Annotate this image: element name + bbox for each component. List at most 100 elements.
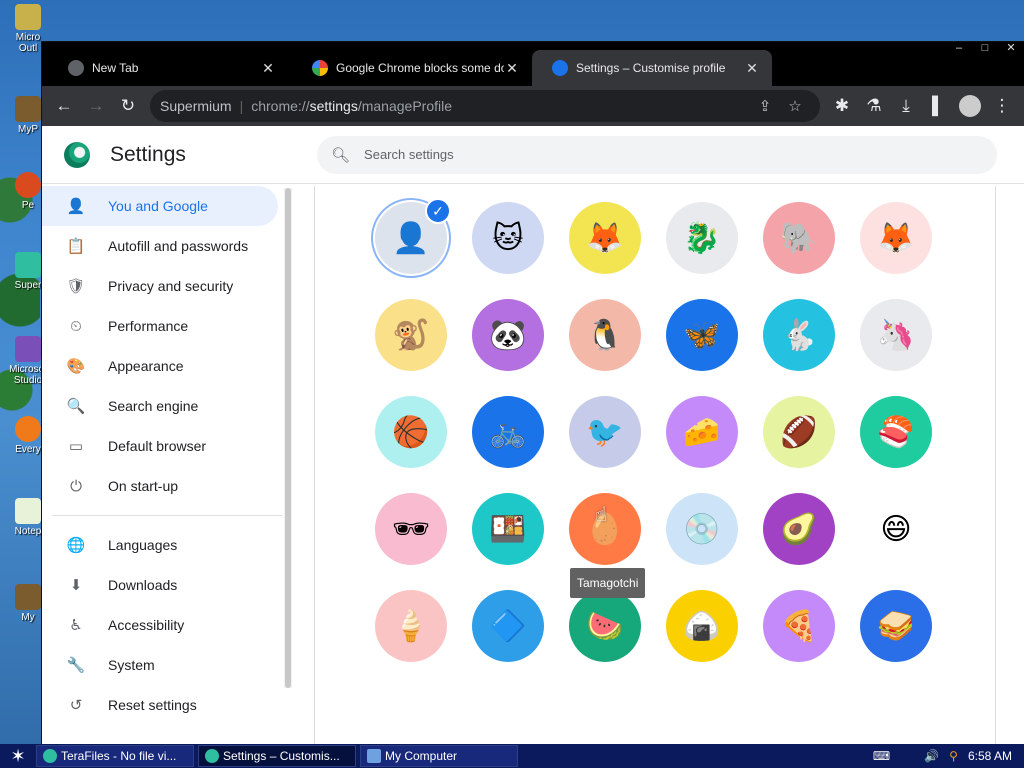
avocado-avatar[interactable]: 🥑: [763, 493, 835, 565]
sidebar-item-label: Reset settings: [108, 697, 197, 713]
sushi-avatar[interactable]: 🍱: [472, 493, 544, 565]
menu-kebab-icon[interactable]: ⋮: [986, 90, 1018, 122]
sidebar-item-privacy-and-security[interactable]: 🛡 Privacy and security: [42, 266, 278, 306]
penguin-avatar[interactable]: 🐧: [569, 299, 641, 371]
sidebar-item-label: Performance: [108, 318, 189, 334]
search-icon: 🔍: [66, 398, 86, 415]
clock[interactable]: 6:58 AM: [968, 749, 1012, 763]
rabbit-avatar[interactable]: 🐇: [763, 299, 835, 371]
sidebar-item-system[interactable]: 🔧 System: [42, 645, 278, 685]
globe-icon: 🌐: [66, 537, 86, 554]
sidebar-item-label: Autofill and passwords: [108, 238, 249, 254]
monkey-avatar[interactable]: 🐒: [375, 299, 447, 371]
basketball-avatar[interactable]: 🏀: [375, 396, 447, 468]
tab-new-tab[interactable]: New Tab ✕: [48, 50, 288, 86]
bird-avatar[interactable]: 🐦: [569, 396, 641, 468]
icecream-avatar[interactable]: 🍦: [375, 590, 447, 662]
page-title: Settings: [110, 142, 186, 166]
search-app-icon: [15, 416, 41, 442]
computer-icon: [367, 749, 381, 763]
vinyl-avatar[interactable]: 💿: [666, 493, 738, 565]
address-bar[interactable]: Supermium | chrome://settings/manageProf…: [150, 90, 820, 122]
origami-avatar[interactable]: 🔷: [472, 590, 544, 662]
network-icon[interactable]: 🔊: [924, 749, 939, 763]
profile-avatar-button[interactable]: [954, 90, 986, 122]
settings-sidebar: 👤 You and Google 📋 Autofill and passwords 🛡 P…: [42, 186, 282, 744]
fox2-avatar[interactable]: 🦊: [860, 202, 932, 274]
app-icon: [15, 172, 41, 198]
download-icon[interactable]: ⤓: [890, 90, 922, 122]
start-button[interactable]: ✶: [0, 744, 36, 768]
tab-google-chrome-blocks[interactable]: Google Chrome blocks some downlo ✕: [292, 50, 532, 86]
cheese-avatar[interactable]: 🧀: [666, 396, 738, 468]
bookmark-star-icon[interactable]: ☆: [780, 97, 810, 115]
supermium-icon: [43, 749, 57, 763]
watermelon-avatar[interactable]: 🍉: [569, 590, 641, 662]
cat-avatar[interactable]: 🐱: [472, 202, 544, 274]
minimize-button[interactable]: –: [946, 42, 972, 56]
sunglasses-avatar[interactable]: 🕶: [375, 493, 447, 565]
avatar-grid: 👤 ✓ 🐱 🦊 🐉 🐘 🦊 🐒 🐼 🐧 🦋 🐇 🦄 🏀 🚲 🐦 🧀 🏈 🍣 🕶 🍱 🥚 💿 🥑 😄 🍦 🔷 🍉 🍙 🍕 🥪: [375, 198, 932, 662]
reload-button[interactable]: ↻: [112, 90, 144, 122]
globe-icon: [68, 60, 84, 76]
sushi-plate-avatar[interactable]: 🍣: [860, 396, 932, 468]
task-terafiles[interactable]: TeraFiles - No file vi...: [36, 745, 194, 767]
panda-avatar[interactable]: 🐼: [472, 299, 544, 371]
tab-strip: – □ ✕ New Tab ✕ Google Chrome blocks som…: [42, 42, 1024, 86]
tab-settings[interactable]: Settings – Customise profile ✕: [532, 50, 772, 86]
maximize-button[interactable]: □: [972, 42, 998, 56]
task-my-computer[interactable]: My Computer: [360, 745, 518, 767]
forward-button[interactable]: →: [80, 90, 112, 122]
search-placeholder: Search settings: [364, 147, 454, 162]
close-icon[interactable]: ✕: [744, 60, 760, 77]
close-icon[interactable]: ✕: [260, 60, 276, 77]
smile-avatar[interactable]: 😄: [860, 493, 932, 565]
close-window-button[interactable]: ✕: [998, 42, 1024, 56]
back-button[interactable]: ←: [48, 90, 80, 122]
sidebar-item-reset-settings[interactable]: ↺ Reset settings: [42, 685, 278, 725]
sidebar-item-autofill-and-passwords[interactable]: 📋 Autofill and passwords: [42, 226, 278, 266]
accessibility-icon: ♿: [69, 617, 83, 634]
side-panel-icon[interactable]: ▌: [922, 90, 954, 122]
fox-avatar[interactable]: 🦊: [569, 202, 641, 274]
sandwich-avatar[interactable]: 🥪: [860, 590, 932, 662]
sidebar-item-label: Downloads: [108, 577, 178, 593]
pizza-avatar[interactable]: 🍕: [763, 590, 835, 662]
notepad-icon: [15, 498, 41, 524]
sidebar-item-appearance[interactable]: 🎨 Appearance: [42, 346, 278, 386]
browser-icon: ▭: [68, 438, 84, 455]
sidebar-item-you-and-google[interactable]: 👤 You and Google: [42, 186, 278, 226]
sidebar-item-search-engine[interactable]: 🔍 Search engine: [42, 386, 278, 426]
dragon-avatar[interactable]: 🐉: [666, 202, 738, 274]
profile-customise-card: 👤 ✓ 🐱 🦊 🐉 🐘 🦊 🐒 🐼 🐧 🦋 🐇 🦄 🏀 🚲 🐦 🧀 🏈 🍣 🕶 🍱 🥚 💿 🥑 😄 🍦 🔷 🍉 🍙 🍕 🥪 ☝ Tamago…: [314, 186, 996, 744]
sidebar-item-downloads[interactable]: ⬇ Downloads: [42, 565, 278, 605]
hand-cursor-icon: ☝: [595, 504, 608, 526]
generic-avatar[interactable]: 👤 ✓: [375, 198, 451, 274]
extensions-icon[interactable]: ✱: [826, 90, 858, 122]
search-tray-icon[interactable]: ⚲: [949, 749, 958, 763]
selected-check-icon: ✓: [425, 198, 451, 224]
sidebar-item-default-browser[interactable]: ▭ Default browser: [42, 426, 278, 466]
sidebar-item-languages[interactable]: 🌐 Languages: [42, 525, 278, 565]
task-settings[interactable]: Settings – Customis...: [198, 745, 356, 767]
onigiri-avatar[interactable]: 🍙: [666, 590, 738, 662]
bike-avatar[interactable]: 🚲: [472, 396, 544, 468]
keyboard-icon[interactable]: ⌨: [873, 749, 890, 763]
share-icon[interactable]: ⇪: [750, 97, 780, 115]
elephant-avatar[interactable]: 🐘: [763, 202, 835, 274]
labs-flask-icon[interactable]: ⚗: [858, 90, 890, 122]
sidebar-item-on-start-up[interactable]: ⏻ On start-up: [42, 466, 278, 506]
download-icon: ⬇: [69, 577, 83, 594]
sidebar-scrollbar[interactable]: [284, 188, 292, 688]
sidebar-item-performance[interactable]: ⏲ Performance: [42, 306, 278, 346]
sidebar-item-label: Default browser: [108, 438, 207, 454]
unicorn-avatar[interactable]: 🦄: [860, 299, 932, 371]
search-input[interactable]: 🔍︎ Search settings: [317, 135, 997, 174]
butterfly-avatar[interactable]: 🦋: [666, 299, 738, 371]
scrollbar-thumb[interactable]: [285, 188, 291, 688]
sidebar-item-label: Appearance: [108, 358, 184, 374]
settings-header: Settings 🔍︎ Search settings: [42, 126, 1024, 184]
close-icon[interactable]: ✕: [504, 60, 520, 77]
sidebar-item-accessibility[interactable]: ♿ Accessibility: [42, 605, 278, 645]
football-avatar[interactable]: 🏈: [763, 396, 835, 468]
